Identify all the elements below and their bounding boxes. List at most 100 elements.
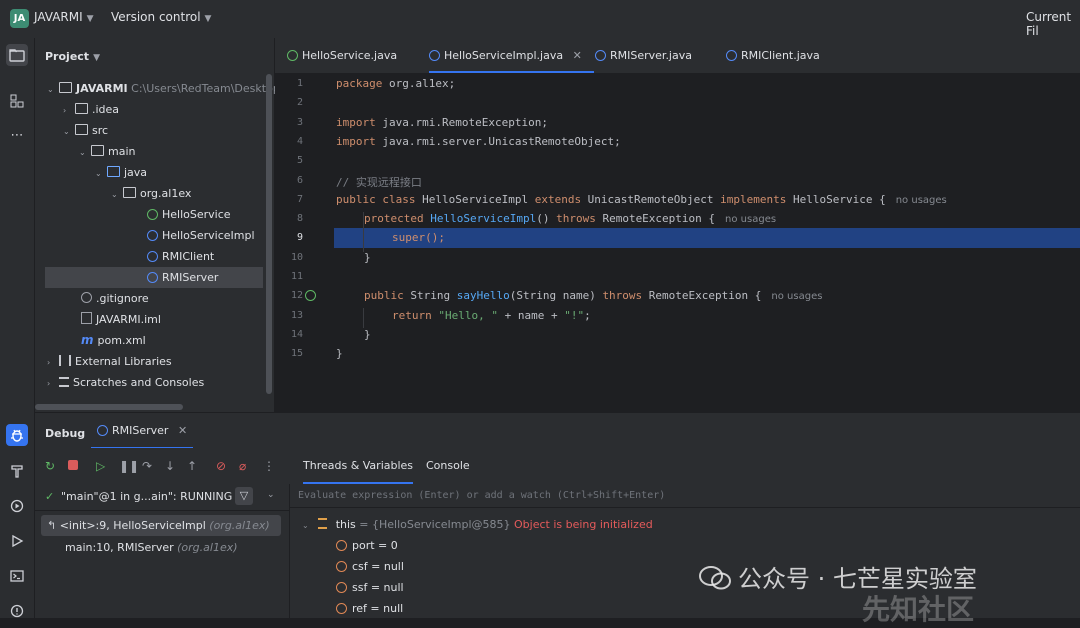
variable-this[interactable]: ⌄ this = {HelloServiceImpl@585} Object i… (302, 514, 653, 535)
run-config-selector[interactable]: Current Fil (1026, 10, 1080, 38)
tab-threads-variables[interactable]: Threads & Variables (303, 448, 414, 484)
stack-frame[interactable]: ↰ <init>:9, HelloServiceImpl (org.al1ex) (41, 515, 281, 536)
step-out-icon[interactable]: ↑ (187, 459, 197, 473)
structure-icon[interactable] (6, 90, 28, 112)
source-folder-icon (107, 166, 120, 177)
debug-config-tab[interactable]: RMIServer ✕ (91, 413, 194, 449)
title-bar: JA JAVARMI ▼ Version control ▼ Current Fil (0, 0, 1080, 39)
tree-item-rmiserver[interactable]: RMIServer (45, 267, 263, 288)
tree-item-iml[interactable]: JAVARMI.iml (81, 309, 161, 330)
project-switcher[interactable]: JAVARMI ▼ (34, 10, 94, 24)
project-panel-title[interactable]: Project ▼ (45, 50, 100, 63)
maven-icon: m (81, 333, 94, 347)
field-icon (336, 603, 347, 614)
line-number: 10 (290, 252, 303, 263)
tree-item-package[interactable]: ⌄ org.al1ex (111, 183, 191, 204)
line-number: 5 (296, 155, 303, 166)
class-icon (429, 50, 440, 61)
tree-item-gitignore[interactable]: .gitignore (81, 288, 149, 309)
tab-helloservice[interactable]: HelloService.java (287, 38, 397, 73)
line-number: 14 (290, 329, 303, 340)
variable-field[interactable]: ssf = null (336, 577, 404, 598)
tree-item-scratches[interactable]: › Scratches and Consoles (47, 372, 204, 393)
usage-hint: no usages (771, 291, 823, 302)
interface-icon (287, 50, 298, 61)
run-icon[interactable] (6, 530, 28, 552)
tree-item-external-libraries[interactable]: › External Libraries (47, 351, 172, 372)
project-folder-icon[interactable] (6, 44, 28, 66)
tab-rmiclient[interactable]: RMIClient.java (726, 38, 820, 73)
tree-item-rmiclient[interactable]: RMIClient (147, 246, 214, 267)
rerun-icon[interactable]: ↻ (45, 459, 55, 473)
variable-field[interactable]: port = 0 (336, 535, 398, 556)
chevron-down-icon: ▼ (93, 53, 100, 63)
folder-icon (75, 124, 88, 135)
stack-frame[interactable]: main:10, RMIServer (org.al1ex) (65, 537, 238, 558)
field-icon (336, 582, 347, 593)
tab-rmiserver[interactable]: RMIServer.java (595, 38, 692, 73)
code-editor[interactable]: 1 2 3 4 5 6 7 8 9 10 11 12 13 14 15 pack… (275, 74, 1080, 412)
mute-breakpoints-icon[interactable]: ⌀ (239, 459, 246, 473)
vertical-scrollbar[interactable] (266, 74, 272, 394)
line-number: 6 (296, 175, 303, 186)
code-line-6: // 实现远程接口 (336, 176, 422, 189)
tab-helloserviceimpl[interactable]: HelloServiceImpl.java ✕ (429, 38, 594, 73)
view-breakpoints-icon[interactable]: ⊘ (216, 459, 226, 473)
line-number: 9 (296, 232, 303, 243)
step-over-icon[interactable]: ↷ (142, 459, 152, 473)
thread-selector[interactable]: ✓ "main"@1 in g...ain": RUNNING ▽ ⌄ (35, 484, 289, 511)
tab-console[interactable]: Console (426, 448, 470, 484)
expand-arrow-icon: ⌄ (302, 521, 309, 530)
tree-item-main[interactable]: ⌄ main (79, 141, 135, 162)
tree-item-helloserviceimpl[interactable]: HelloServiceImpl (147, 225, 255, 246)
problems-icon[interactable] (6, 600, 28, 622)
build-hammer-icon[interactable] (6, 460, 28, 482)
indent-guide (363, 212, 364, 252)
object-field-icon (318, 518, 328, 529)
line-number: 13 (290, 310, 303, 321)
tree-item-helloservice[interactable]: HelloService (147, 204, 231, 225)
pause-icon[interactable]: ❚❚ (119, 459, 139, 473)
variable-field[interactable]: csf = null (336, 556, 404, 577)
horizontal-scrollbar[interactable] (35, 404, 183, 410)
field-icon (336, 561, 347, 572)
services-icon[interactable] (6, 495, 28, 517)
tree-item-pom[interactable]: m pom.xml (81, 330, 146, 351)
more-options-icon[interactable]: ⋮ (263, 459, 275, 473)
line-number: 1 (296, 78, 303, 89)
project-badge[interactable]: JA (10, 9, 29, 28)
variables-panel: Evaluate expression (Enter) or add a wat… (290, 484, 1080, 626)
code-line-1: package org.al1ex; (336, 77, 456, 90)
stop-icon[interactable] (68, 459, 78, 473)
vcs-menu[interactable]: Version control ▼ (111, 10, 211, 24)
scratches-icon (59, 377, 69, 387)
expand-arrow-icon: ⌄ (63, 127, 70, 136)
terminal-icon[interactable] (6, 565, 28, 587)
more-icon[interactable]: ⋯ (6, 124, 28, 146)
file-icon (81, 312, 92, 324)
tree-item-java[interactable]: ⌄ java (95, 162, 147, 183)
collapse-arrow-icon: › (47, 379, 51, 388)
tree-item-src[interactable]: ⌄ src (63, 120, 108, 141)
debug-header: Debug RMIServer ✕ (35, 412, 1080, 449)
resume-icon[interactable]: ▷ (96, 459, 105, 473)
expand-arrow-icon: ⌄ (95, 169, 102, 178)
debug-bug-icon[interactable] (6, 424, 28, 446)
step-into-icon[interactable]: ↓ (165, 459, 175, 473)
debug-toolbar: ↻ | ▷ ❚❚ ↷ ↓ ↑ ⊘ ⌀ ⋮ Threads & Variables… (35, 448, 1080, 484)
filter-icon[interactable]: ▽ (235, 487, 253, 505)
tree-item-idea[interactable]: › .idea (63, 99, 119, 120)
close-tab-icon[interactable]: ✕ (178, 424, 187, 437)
class-icon (97, 425, 108, 436)
variable-field[interactable]: ref = null (336, 598, 403, 619)
implements-gutter-icon[interactable] (305, 290, 316, 301)
indent-guide (363, 308, 364, 328)
code-line-9: super(); (392, 231, 445, 244)
close-tab-icon[interactable]: ✕ (573, 49, 582, 62)
line-number: 8 (296, 213, 303, 224)
chevron-down-icon[interactable]: ⌄ (267, 490, 275, 500)
module-folder-icon (59, 82, 72, 93)
library-icon (59, 355, 71, 366)
tree-item-javarmi[interactable]: ⌄ JAVARMI C:\Users\RedTeam\Desktop (47, 78, 280, 99)
evaluate-expression-input[interactable]: Evaluate expression (Enter) or add a wat… (290, 484, 1080, 508)
